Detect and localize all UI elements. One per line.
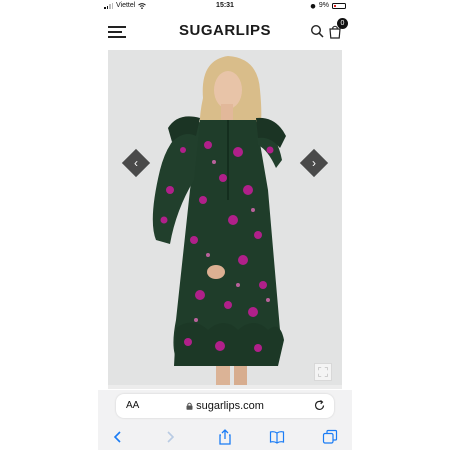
tabs-icon[interactable]	[322, 429, 338, 445]
previous-image-button[interactable]: ‹	[121, 148, 151, 178]
browser-toolbar	[98, 422, 352, 450]
chevron-right-icon: ›	[312, 156, 316, 170]
url-field[interactable]: sugarlips.com	[116, 400, 334, 412]
forward-icon[interactable]	[162, 429, 178, 445]
alarm-icon	[310, 3, 316, 9]
phone-screen: Viettel 15:31 9% SUGARLIPS 0 ‹ › AA suga…	[98, 0, 352, 450]
status-bar: Viettel 15:31 9%	[98, 0, 352, 12]
share-icon[interactable]	[217, 429, 233, 445]
site-header: SUGARLIPS 0	[98, 14, 352, 50]
address-bar[interactable]: AA sugarlips.com	[116, 394, 334, 418]
battery-percent: 9%	[318, 2, 329, 9]
chevron-left-icon: ‹	[134, 156, 138, 170]
search-icon[interactable]	[310, 24, 324, 38]
next-image-button[interactable]: ›	[299, 148, 329, 178]
expand-icon[interactable]	[314, 363, 332, 381]
battery-icon	[332, 2, 346, 9]
url-text: sugarlips.com	[196, 400, 264, 412]
status-right: 9%	[310, 2, 346, 9]
model-photo	[108, 50, 342, 385]
lock-icon	[186, 402, 193, 410]
product-image[interactable]: ‹ ›	[108, 50, 342, 385]
cart-count-badge: 0	[337, 18, 348, 29]
bookmarks-icon[interactable]	[269, 429, 285, 445]
back-icon[interactable]	[110, 429, 126, 445]
browser-address-area: AA sugarlips.com	[98, 390, 352, 422]
thumbnail-strip[interactable]	[108, 385, 342, 389]
reload-icon[interactable]	[313, 399, 326, 412]
